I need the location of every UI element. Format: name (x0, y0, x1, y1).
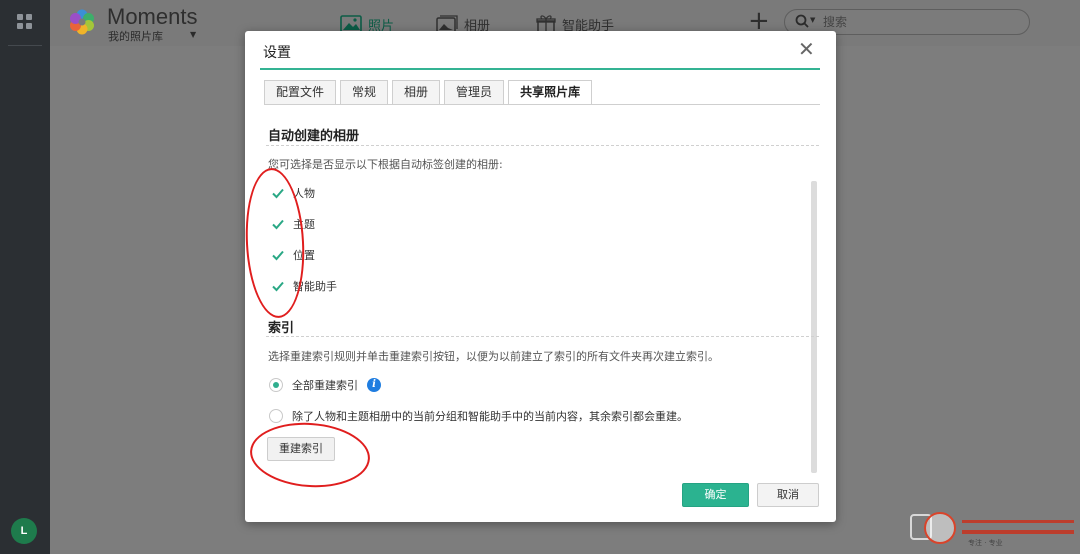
section-divider (266, 145, 819, 146)
tab-admin[interactable]: 管理员 (444, 80, 505, 104)
cancel-button[interactable]: 取消 (757, 483, 819, 507)
tabs-divider (264, 104, 820, 105)
auto-albums-heading: 自动创建的相册 (268, 129, 360, 144)
radio-rebuild-all[interactable]: 全部重建索引 i (269, 376, 381, 394)
info-icon[interactable]: i (367, 378, 381, 392)
search-icon (795, 14, 809, 28)
radio-label: 除了人物和主题相册中的当前分组和智能助手中的当前内容，其余索引都会重建。 (292, 410, 688, 423)
title-underline (260, 68, 820, 70)
search-filter-chevron-icon[interactable]: ▼ (810, 16, 815, 24)
watermark-seal (924, 512, 956, 544)
apps-grid-icon[interactable] (17, 14, 33, 30)
app-title: Moments (107, 4, 198, 29)
left-rail: L (0, 0, 50, 554)
ok-button[interactable]: 确定 (682, 483, 749, 507)
radio-label: 全部重建索引 (292, 379, 358, 392)
moments-logo-icon (70, 9, 94, 35)
chevron-down-icon[interactable]: ▼ (190, 30, 196, 39)
dialog-title: 设置 (263, 45, 291, 61)
content-scrollbar[interactable] (811, 181, 817, 473)
radio-rebuild-partial[interactable]: 除了人物和主题相册中的当前分组和智能助手中的当前内容，其余索引都会重建。 (269, 407, 688, 425)
index-description: 选择重建索引规则并单击重建索引按钮，以便为以前建立了索引的所有文件夹再次建立索引… (268, 350, 719, 363)
section-divider (266, 336, 819, 337)
search-input[interactable] (823, 13, 1013, 31)
watermark-text: 专注 · 专业 (968, 539, 1003, 547)
radio-button[interactable] (269, 409, 283, 423)
tab-profile[interactable]: 配置文件 (264, 80, 337, 104)
auto-albums-description: 您可选择是否显示以下根据自动标签创建的相册: (268, 158, 503, 171)
settings-tabs: 配置文件 常规 相册 管理员 共享照片库 (264, 80, 593, 105)
radio-button[interactable] (269, 378, 283, 392)
close-icon[interactable]: ✕ (798, 39, 815, 59)
index-heading: 索引 (268, 321, 295, 336)
watermark-logo: 专注 · 专业 (910, 508, 1078, 548)
rail-divider (8, 45, 42, 46)
tab-general[interactable]: 常规 (340, 80, 389, 104)
tab-shared-library[interactable]: 共享照片库 (508, 80, 593, 105)
tab-albums[interactable]: 相册 (392, 80, 441, 104)
library-selector[interactable]: 我的照片库 (108, 28, 163, 44)
watermark-brush-text (962, 520, 1074, 534)
user-avatar[interactable]: L (11, 518, 37, 544)
